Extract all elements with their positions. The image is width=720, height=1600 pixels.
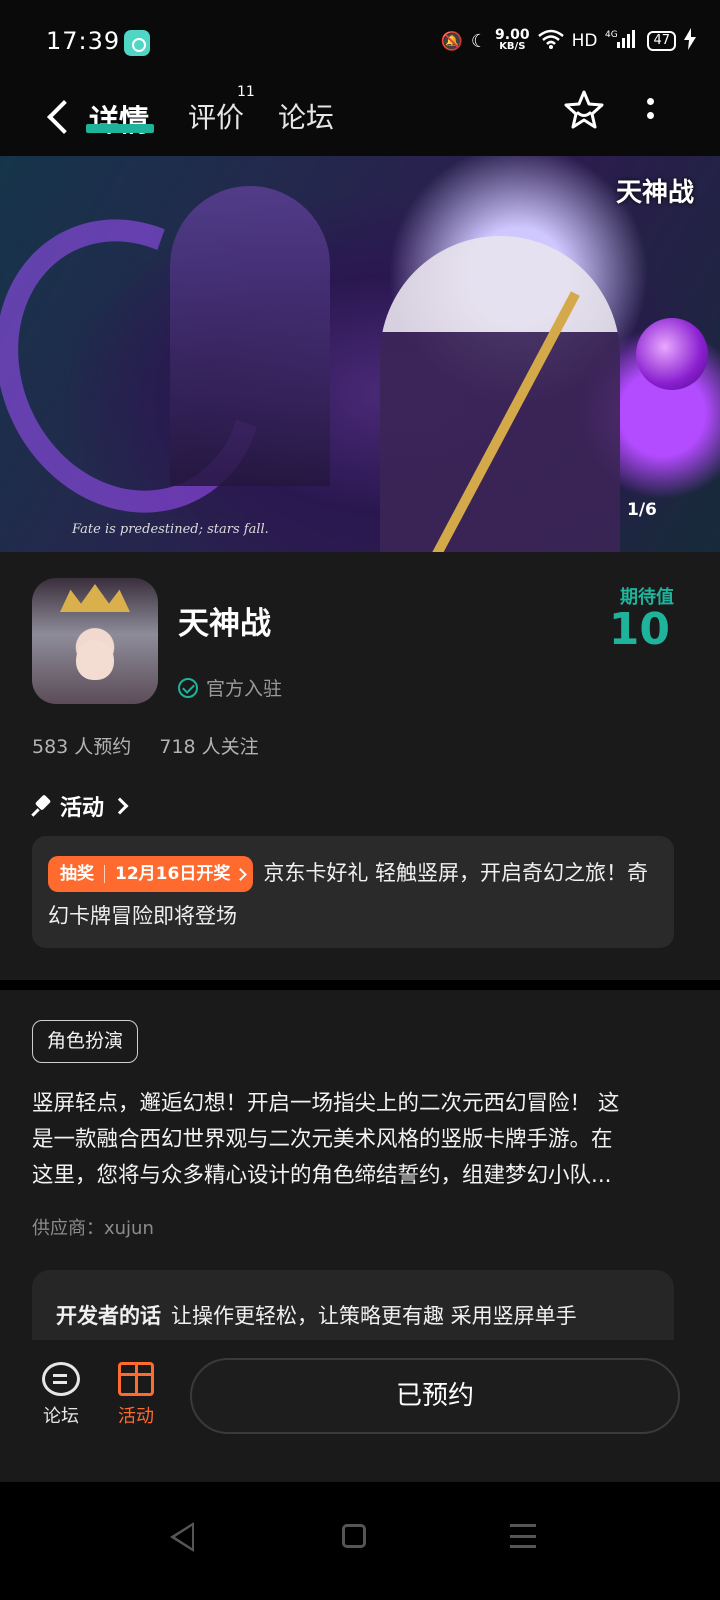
description-line: 这里，您将与众多精心设计的角色缔结誓约，组建梦幻小队... — [32, 1163, 612, 1188]
favorite-star-icon[interactable] — [562, 88, 606, 132]
lottery-date: 12月16日开奖 — [115, 864, 231, 884]
svg-text:4G: 4G — [605, 30, 618, 40]
tab-detail[interactable]: 详情 — [89, 96, 149, 140]
charging-icon — [684, 27, 696, 55]
signal-bars-icon: 4G — [605, 28, 639, 55]
banner-art — [380, 236, 620, 552]
banner-art — [636, 318, 708, 390]
moon-icon: ☾ — [470, 30, 488, 52]
system-navigation-bar — [0, 1482, 720, 1600]
game-info-section: 天神战 官方入驻 期待值 10 583 人预约 718 人关注 活动 抽奖 12月… — [0, 552, 720, 980]
official-badge: 官方入驻 — [178, 674, 282, 701]
description-section: 角色扮演 竖屏轻点，邂逅幻想！开启一场指尖上的二次元西幻冒险！ 这 是一款融合西… — [0, 990, 720, 1360]
banner-caption: Fate is predestined; stars fall. — [72, 522, 269, 537]
activity-card[interactable]: 抽奖 12月16日开奖 京东卡好礼 轻触竖屏，开启奇幻之旅！奇幻卡牌冒险即将登场 — [32, 836, 674, 948]
status-icons: 🔕 ☾ 9.00 KB/S HD 4G 47 — [440, 24, 696, 58]
developer-note-label: 开发者的话 — [56, 1304, 161, 1328]
bottom-action-bar: 论坛 活动 已预约 — [0, 1340, 720, 1482]
official-label: 官方入驻 — [206, 678, 283, 700]
developer-note-text: 让操作更轻松，让策略更有趣 采用竖屏单手 — [171, 1304, 577, 1328]
network-type: HD — [571, 31, 598, 51]
app-notification-icon — [124, 30, 150, 56]
more-menu-icon[interactable] — [638, 94, 662, 130]
lottery-badge[interactable]: 抽奖 12月16日开奖 — [48, 856, 254, 892]
follower-count: 718 人关注 — [159, 736, 259, 758]
banner-art — [170, 186, 330, 486]
description-line: 竖屏轻点，邂逅幻想！开启一场指尖上的二次元西幻冒险！ 这 — [32, 1091, 620, 1116]
pin-icon — [32, 796, 52, 816]
chevron-right-icon — [234, 867, 248, 881]
reserved-button[interactable]: 已预约 — [190, 1358, 680, 1434]
chevron-right-icon — [111, 797, 129, 815]
forum-label: 论坛 — [43, 1406, 79, 1427]
system-home-icon[interactable] — [342, 1524, 366, 1548]
review-count-badge: 11 — [237, 84, 255, 100]
top-nav: 详情 评价 11 论坛 — [0, 84, 720, 156]
supplier-label: 供应商：xujun — [32, 1218, 154, 1239]
game-stats: 583 人预约 718 人关注 — [32, 732, 281, 759]
forum-button[interactable]: 论坛 — [31, 1362, 91, 1428]
events-button[interactable]: 活动 — [106, 1362, 166, 1428]
wifi-icon — [537, 29, 564, 54]
events-label: 活动 — [118, 1406, 154, 1427]
status-time: 17:39 — [46, 27, 121, 55]
net-speed: 9.00 KB/S — [495, 27, 530, 52]
description-line: 是一款融合西幻世界观与二次元美术风格的竖版卡牌手游。在 — [32, 1127, 613, 1152]
status-bar: 17:39 🔕 ☾ 9.00 KB/S HD 4G 47 — [0, 0, 720, 84]
mute-bell-icon: 🔕 — [440, 30, 463, 52]
chat-bubble-icon — [42, 1362, 80, 1396]
tab-forum[interactable]: 论坛 — [278, 96, 334, 136]
tab-review[interactable]: 评价 — [188, 96, 244, 136]
gift-icon — [118, 1362, 154, 1396]
expectation-score: 10 — [608, 604, 670, 655]
game-app-icon — [32, 578, 158, 704]
hero-banner-carousel[interactable]: 天神战 Fate is predestined; stars fall. 1/6 — [0, 156, 720, 552]
activity-heading: 活动 — [60, 796, 105, 821]
banner-game-logo: 天神战 — [616, 178, 695, 208]
reservation-count: 583 人预约 — [32, 736, 132, 758]
active-tab-indicator — [86, 124, 154, 133]
genre-tag[interactable]: 角色扮演 — [32, 1020, 139, 1063]
back-button[interactable] — [40, 92, 80, 140]
carousel-counter: 1/6 — [627, 500, 657, 520]
system-recents-icon[interactable] — [510, 1524, 536, 1548]
game-title: 天神战 — [178, 606, 271, 642]
system-back-icon[interactable] — [170, 1522, 198, 1552]
verified-check-icon — [178, 677, 198, 698]
game-description[interactable]: 竖屏轻点，邂逅幻想！开启一场指尖上的二次元西幻冒险！ 这 是一款融合西幻世界观与… — [32, 1086, 682, 1194]
activity-section-header[interactable]: 活动 — [32, 790, 129, 822]
lottery-type: 抽奖 — [60, 864, 94, 884]
battery-indicator: 47 — [647, 31, 676, 51]
